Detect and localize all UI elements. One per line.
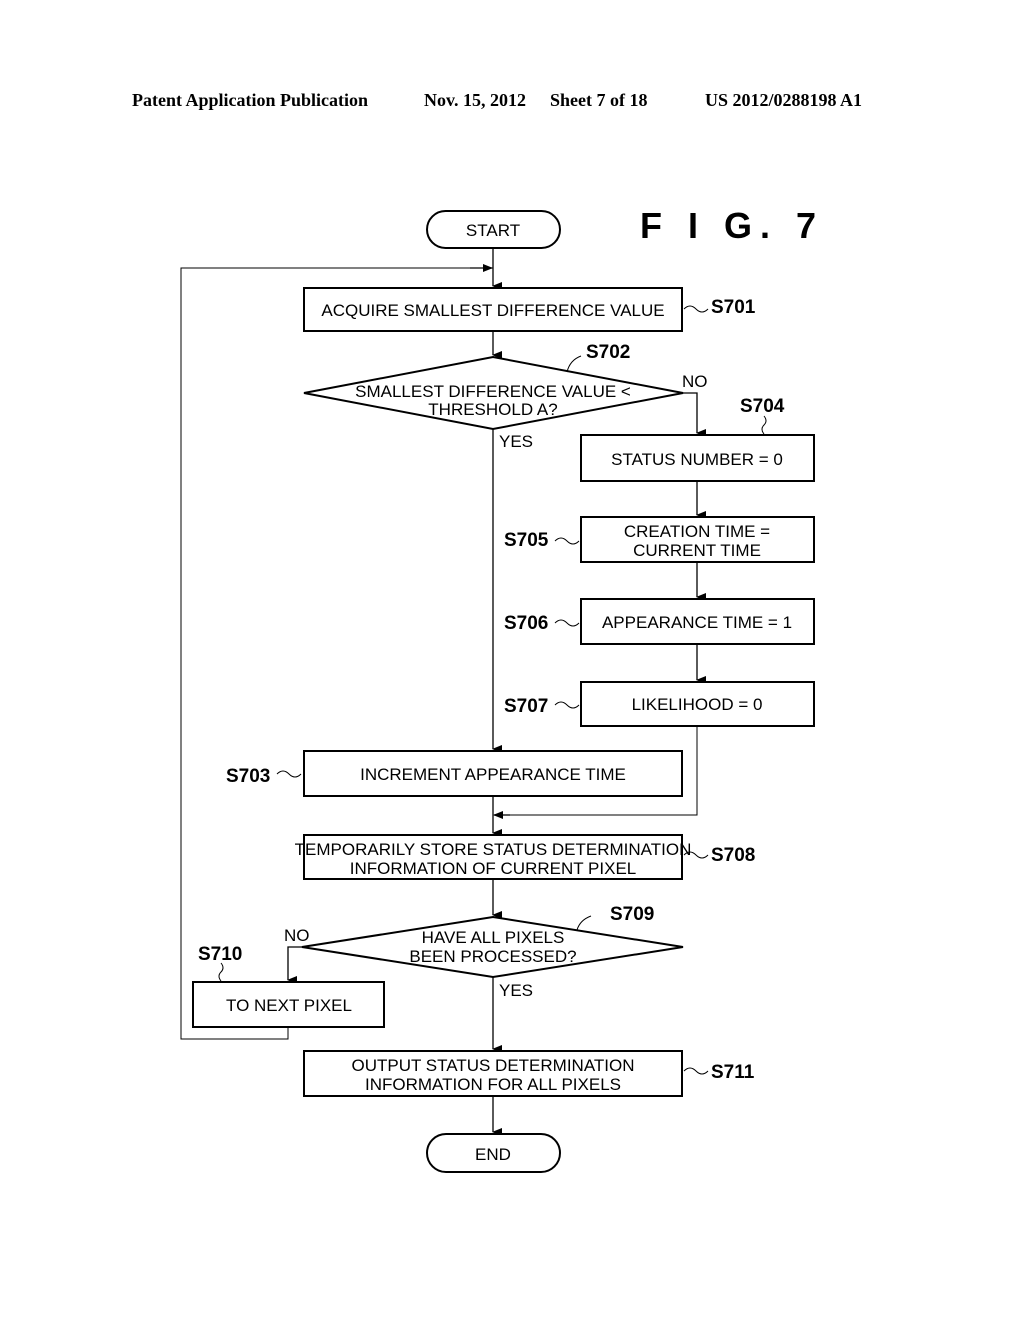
s708-text-line1: TEMPORARILY STORE STATUS DETERMINATION: [295, 840, 692, 859]
s705-leader: [554, 537, 580, 545]
step-s711: OUTPUT STATUS DETERMINATION INFORMATION …: [303, 1050, 755, 1097]
s707-text: LIKELIHOOD = 0: [632, 695, 763, 714]
step-s703: INCREMENT APPEARANCE TIME S703: [226, 750, 683, 797]
s701-id: S701: [711, 297, 756, 318]
s706-text: APPEARANCE TIME = 1: [602, 613, 792, 632]
s711-leader: [683, 1067, 709, 1075]
start-label: START: [466, 221, 520, 240]
figure-title: F I G. 7: [640, 205, 824, 246]
s703-leader: [276, 770, 302, 778]
s702-no-label: NO: [682, 372, 708, 391]
s710-text: TO NEXT PIXEL: [226, 996, 352, 1015]
s711-text-line1: OUTPUT STATUS DETERMINATION: [351, 1056, 634, 1075]
s702-text-line1: SMALLEST DIFFERENCE VALUE <: [355, 382, 631, 401]
s710-id: S710: [198, 944, 242, 965]
s705-text-line1: CREATION TIME =: [624, 522, 770, 541]
s707-id: S707: [504, 696, 548, 717]
s709-leader: [576, 915, 592, 931]
s708-text-line2: INFORMATION OF CURRENT PIXEL: [350, 859, 637, 878]
s710-leader: [218, 962, 224, 982]
s704-id: S704: [740, 396, 785, 417]
s709-no-label: NO: [284, 926, 310, 945]
s709-text-line2: BEEN PROCESSED?: [409, 947, 576, 966]
s705-id: S705: [504, 530, 549, 551]
s711-id: S711: [711, 1062, 755, 1083]
s705-text-line2: CURRENT TIME: [633, 541, 761, 560]
s702-leader: [566, 355, 582, 373]
start-terminal: START: [426, 210, 561, 249]
step-s708: TEMPORARILY STORE STATUS DETERMINATION I…: [295, 834, 755, 880]
arrow-s709-no-to-s710: [287, 946, 302, 984]
s702-yes-label: YES: [499, 432, 533, 451]
s706-id: S706: [504, 613, 548, 634]
s709-id: S709: [610, 904, 654, 925]
s701-text: ACQUIRE SMALLEST DIFFERENCE VALUE: [321, 301, 664, 320]
flowchart: F I G. 7 START ACQUIRE SMALLEST DIFFEREN…: [180, 205, 824, 1173]
s702-id: S702: [586, 342, 630, 363]
s706-leader: [554, 619, 580, 627]
s709-yes-label: YES: [499, 981, 533, 1000]
end-terminal: END: [426, 1133, 561, 1173]
s702-text-line2: THRESHOLD A?: [428, 400, 557, 419]
step-s701: ACQUIRE SMALLEST DIFFERENCE VALUE S701: [303, 287, 756, 332]
s711-text-line2: INFORMATION FOR ALL PIXELS: [365, 1075, 621, 1094]
step-s706: APPEARANCE TIME = 1 S706: [504, 598, 815, 645]
step-s707: LIKELIHOOD = 0 S707: [504, 681, 815, 727]
s703-text: INCREMENT APPEARANCE TIME: [360, 765, 626, 784]
s704-leader: [761, 415, 767, 435]
s703-id: S703: [226, 766, 270, 787]
arrow-s702-no-to-s704: [683, 392, 706, 437]
end-label: END: [475, 1145, 511, 1164]
s709-text-line1: HAVE ALL PIXELS: [422, 928, 565, 947]
s708-id: S708: [711, 845, 755, 866]
step-s705: CREATION TIME = CURRENT TIME S705: [504, 516, 815, 563]
s707-leader: [554, 701, 580, 709]
s701-leader: [683, 305, 709, 313]
s704-text: STATUS NUMBER = 0: [611, 450, 783, 469]
